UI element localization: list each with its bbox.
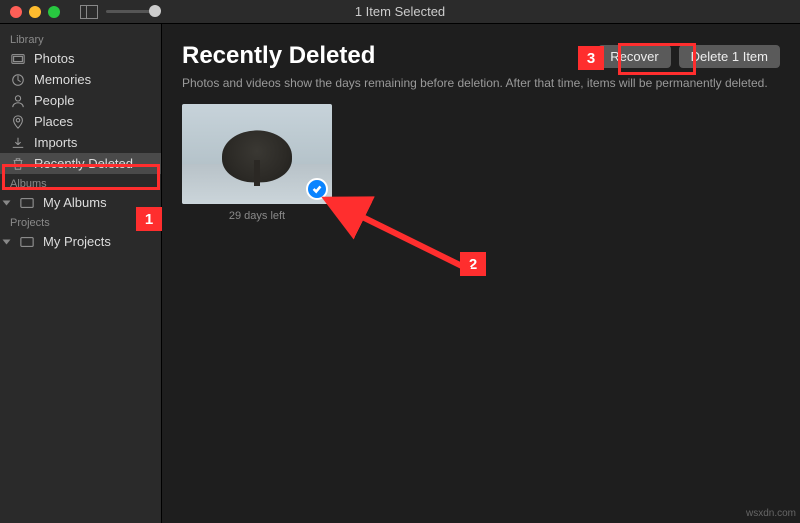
page-title: Recently Deleted bbox=[182, 42, 375, 70]
window-titlebar: 1 Item Selected bbox=[0, 0, 800, 24]
sidebar-item-label: Memories bbox=[34, 72, 91, 87]
project-icon bbox=[19, 235, 35, 249]
sidebar-item-label: My Projects bbox=[43, 234, 111, 249]
memories-icon bbox=[10, 73, 26, 87]
places-icon bbox=[10, 115, 26, 129]
photo-image bbox=[182, 104, 332, 204]
sidebar-item-my-albums[interactable]: My Albums bbox=[0, 192, 161, 213]
sidebar-item-people[interactable]: People bbox=[0, 90, 161, 111]
sidebar-item-memories[interactable]: Memories bbox=[0, 69, 161, 90]
album-icon bbox=[19, 196, 35, 210]
disclosure-triangle-icon[interactable] bbox=[3, 239, 11, 244]
fullscreen-window-button[interactable] bbox=[48, 6, 60, 18]
sidebar-item-photos[interactable]: Photos bbox=[0, 48, 161, 69]
sidebar-item-label: Imports bbox=[34, 135, 77, 150]
delete-button[interactable]: Delete 1 Item bbox=[679, 45, 780, 68]
sidebar-section-projects-label: Projects bbox=[0, 213, 161, 231]
sidebar-item-recently-deleted[interactable]: Recently Deleted bbox=[0, 153, 161, 174]
watermark: wsxdn.com bbox=[746, 508, 796, 519]
trash-icon bbox=[10, 157, 26, 171]
people-icon bbox=[10, 94, 26, 108]
photo-caption: 29 days left bbox=[182, 210, 332, 222]
recover-button[interactable]: Recover bbox=[598, 45, 670, 68]
sidebar-item-my-projects[interactable]: My Projects bbox=[0, 231, 161, 252]
photos-icon bbox=[10, 52, 26, 66]
sidebar-item-label: People bbox=[34, 93, 74, 108]
sidebar-section-library-label: Library bbox=[0, 30, 161, 48]
selected-checkmark-icon bbox=[306, 178, 328, 200]
sidebar-item-label: Places bbox=[34, 114, 73, 129]
photo-thumbnail[interactable]: 29 days left bbox=[182, 104, 332, 222]
disclosure-triangle-icon[interactable] bbox=[3, 200, 11, 205]
sidebar-section-albums-label: Albums bbox=[0, 174, 161, 192]
sidebar-item-imports[interactable]: Imports bbox=[0, 132, 161, 153]
sidebar-item-label: My Albums bbox=[43, 195, 107, 210]
content-area: Recently Deleted Recover Delete 1 Item P… bbox=[162, 24, 800, 523]
page-subtitle: Photos and videos show the days remainin… bbox=[182, 76, 780, 90]
sidebar: Library Photos Memories People Places Im… bbox=[0, 24, 162, 523]
sidebar-item-label: Photos bbox=[34, 51, 74, 66]
close-window-button[interactable] bbox=[10, 6, 22, 18]
thumbnail-size-slider[interactable] bbox=[106, 10, 161, 13]
traffic-lights bbox=[10, 6, 60, 18]
imports-icon bbox=[10, 136, 26, 150]
sidebar-item-places[interactable]: Places bbox=[0, 111, 161, 132]
window-title: 1 Item Selected bbox=[355, 4, 445, 19]
sidebar-item-label: Recently Deleted bbox=[34, 156, 133, 171]
minimize-window-button[interactable] bbox=[29, 6, 41, 18]
sidebar-toggle-icon[interactable] bbox=[80, 5, 98, 19]
photo-grid: 29 days left bbox=[182, 104, 780, 222]
